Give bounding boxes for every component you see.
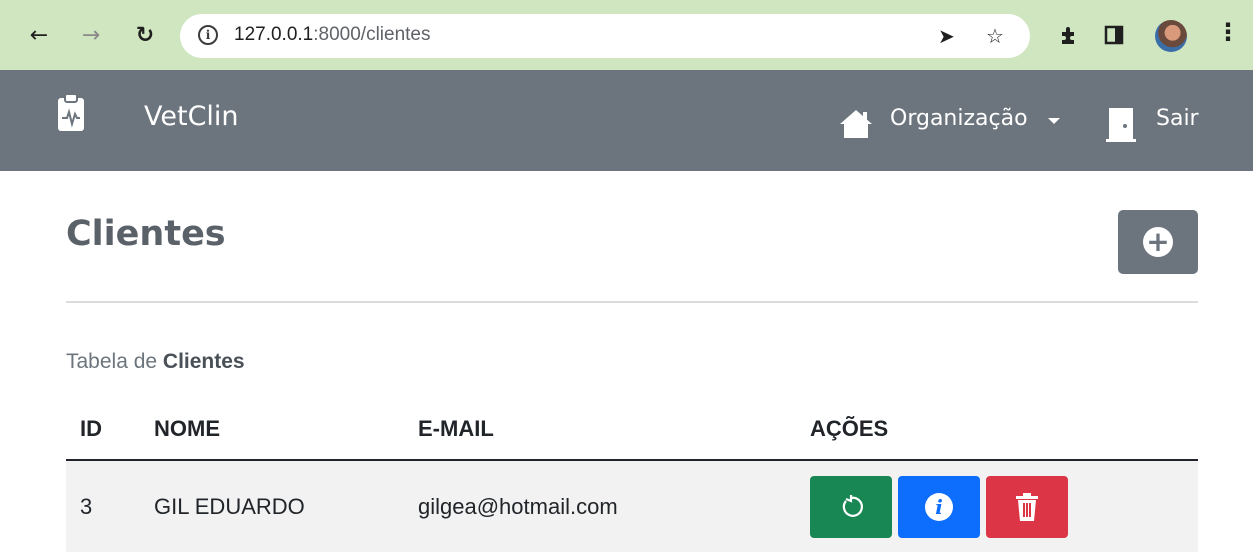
send-icon[interactable]: ➤ [938, 24, 955, 48]
site-info-icon[interactable]: i [198, 25, 218, 45]
table-header-row: ID NOME E-MAIL AÇÕES [66, 398, 1198, 461]
header-nome: NOME [140, 398, 404, 461]
address-url[interactable]: 127.0.0.1:8000/clientes [234, 24, 431, 46]
brand-name[interactable]: VetClin [144, 101, 239, 132]
menu-kebab-icon[interactable]: ⋮ [1216, 18, 1240, 46]
delete-button[interactable] [986, 475, 1068, 538]
app-navbar: VetClin Organização Sair [0, 70, 1253, 171]
cell-actions: i [796, 460, 1198, 552]
url-host: 127.0.0.1 [234, 24, 314, 45]
header-id: ID [66, 398, 140, 461]
trash-icon [1016, 492, 1038, 521]
organization-dropdown[interactable]: Organização [890, 106, 1028, 131]
reload-icon[interactable]: ↻ [132, 22, 158, 48]
bookmark-star-icon[interactable]: ☆ [986, 24, 1004, 48]
browser-toolbar: ← → ↻ i 127.0.0.1:8000/clientes ➤ ☆ ⋮ [0, 0, 1253, 70]
rotate-icon [842, 494, 863, 517]
profile-avatar[interactable] [1155, 20, 1187, 52]
caption-bold: Clientes [162, 350, 245, 373]
clipboard-pulse-icon[interactable] [56, 92, 86, 132]
home-icon [840, 110, 872, 138]
clients-table: ID NOME E-MAIL AÇÕES 3 GIL EDUARDO gilge… [66, 398, 1198, 552]
add-client-button[interactable]: + [1118, 210, 1198, 274]
header-acoes: AÇÕES [796, 398, 1198, 461]
logout-link[interactable]: Sair [1156, 106, 1199, 131]
forward-icon[interactable]: → [78, 22, 104, 48]
side-panel-icon[interactable] [1104, 25, 1124, 45]
address-bar[interactable]: i 127.0.0.1:8000/clientes ➤ ☆ [180, 14, 1030, 58]
page-title: Clientes [66, 214, 226, 254]
svg-text:i: i [935, 495, 943, 519]
table-row: 3 GIL EDUARDO gilgea@hotmail.com i [66, 460, 1198, 552]
cell-id: 3 [66, 460, 140, 552]
url-path: :8000/clientes [313, 24, 431, 45]
info-circle-icon: i [925, 492, 953, 521]
cell-nome: GIL EDUARDO [140, 460, 404, 552]
door-icon [1106, 108, 1136, 142]
header-email: E-MAIL [404, 398, 796, 461]
details-button[interactable]: i [898, 475, 980, 538]
extensions-icon[interactable] [1058, 24, 1080, 46]
back-icon[interactable]: ← [26, 22, 52, 48]
chevron-down-icon[interactable] [1048, 118, 1060, 124]
plus-circle-icon: + [1143, 227, 1173, 257]
table-caption: Tabela de Clientes [66, 350, 245, 374]
caption-prefix: Tabela de [66, 350, 163, 373]
divider [66, 301, 1198, 303]
cell-email: gilgea@hotmail.com [404, 460, 796, 552]
edit-button[interactable] [810, 475, 892, 538]
